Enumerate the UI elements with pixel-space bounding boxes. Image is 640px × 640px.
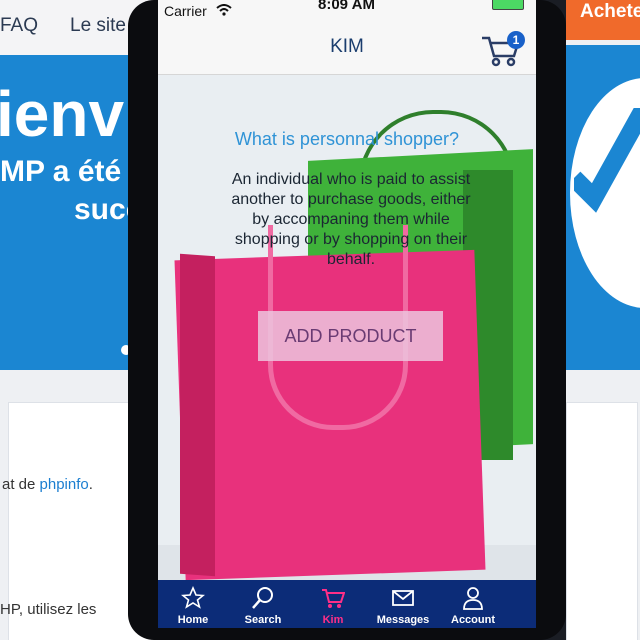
cart-icon <box>322 589 345 608</box>
bg-paragraph: HP, utilisez les <box>0 601 97 618</box>
tab-label: Home <box>177 614 209 626</box>
cart-count-badge: 1 <box>507 31 525 49</box>
main-content: What is personnal shopper? An individual… <box>158 75 536 580</box>
tab-label: Kim <box>322 614 344 626</box>
background-webpage-right: Acheter <box>566 0 640 640</box>
pink-bag-side <box>180 253 215 577</box>
bg-cta-button: Acheter <box>566 0 640 40</box>
status-bar: Carrier 8:09 AM <box>158 0 536 22</box>
question-heading: What is personnal shopper? <box>234 129 460 149</box>
envelope-icon <box>392 590 414 606</box>
user-icon <box>463 587 483 610</box>
tab-label: Account <box>451 614 495 626</box>
answer-text: An individual who is paid to assist anot… <box>231 171 471 268</box>
tab-home[interactable]: Home <box>158 580 228 628</box>
tab-label: Search <box>244 614 282 626</box>
bg-hero-title: ienv <box>0 78 125 150</box>
add-product-button[interactable]: ADD PRODUCT <box>258 311 443 361</box>
carrier-label: Carrier <box>164 3 207 19</box>
tab-label: Messages <box>376 614 430 626</box>
nav-bar: KIM 1 <box>158 22 536 75</box>
bg-card <box>566 402 638 640</box>
bg-paragraph: at de phpinfo. <box>2 476 93 493</box>
bg-phpinfo-link: phpinfo <box>39 476 89 493</box>
bg-hero-line: MP a été <box>0 155 122 188</box>
search-icon <box>252 587 273 609</box>
bg-nav-faq: FAQ <box>0 15 39 36</box>
battery-icon <box>492 0 524 10</box>
tab-search[interactable]: Search <box>228 580 298 628</box>
bg-nav-site: Le site <box>70 15 126 36</box>
checkmark-icon <box>574 108 640 213</box>
tab-bar: Home Search Kim Messages Account <box>158 580 536 628</box>
star-icon <box>181 586 205 609</box>
clock: 8:09 AM <box>318 0 375 13</box>
tab-account[interactable]: Account <box>438 580 508 628</box>
app-screen: Carrier 8:09 AM KIM 1 What is personnal … <box>158 0 536 628</box>
wifi-icon <box>216 4 232 16</box>
tab-messages[interactable]: Messages <box>368 580 438 628</box>
tab-kim[interactable]: Kim <box>298 580 368 628</box>
